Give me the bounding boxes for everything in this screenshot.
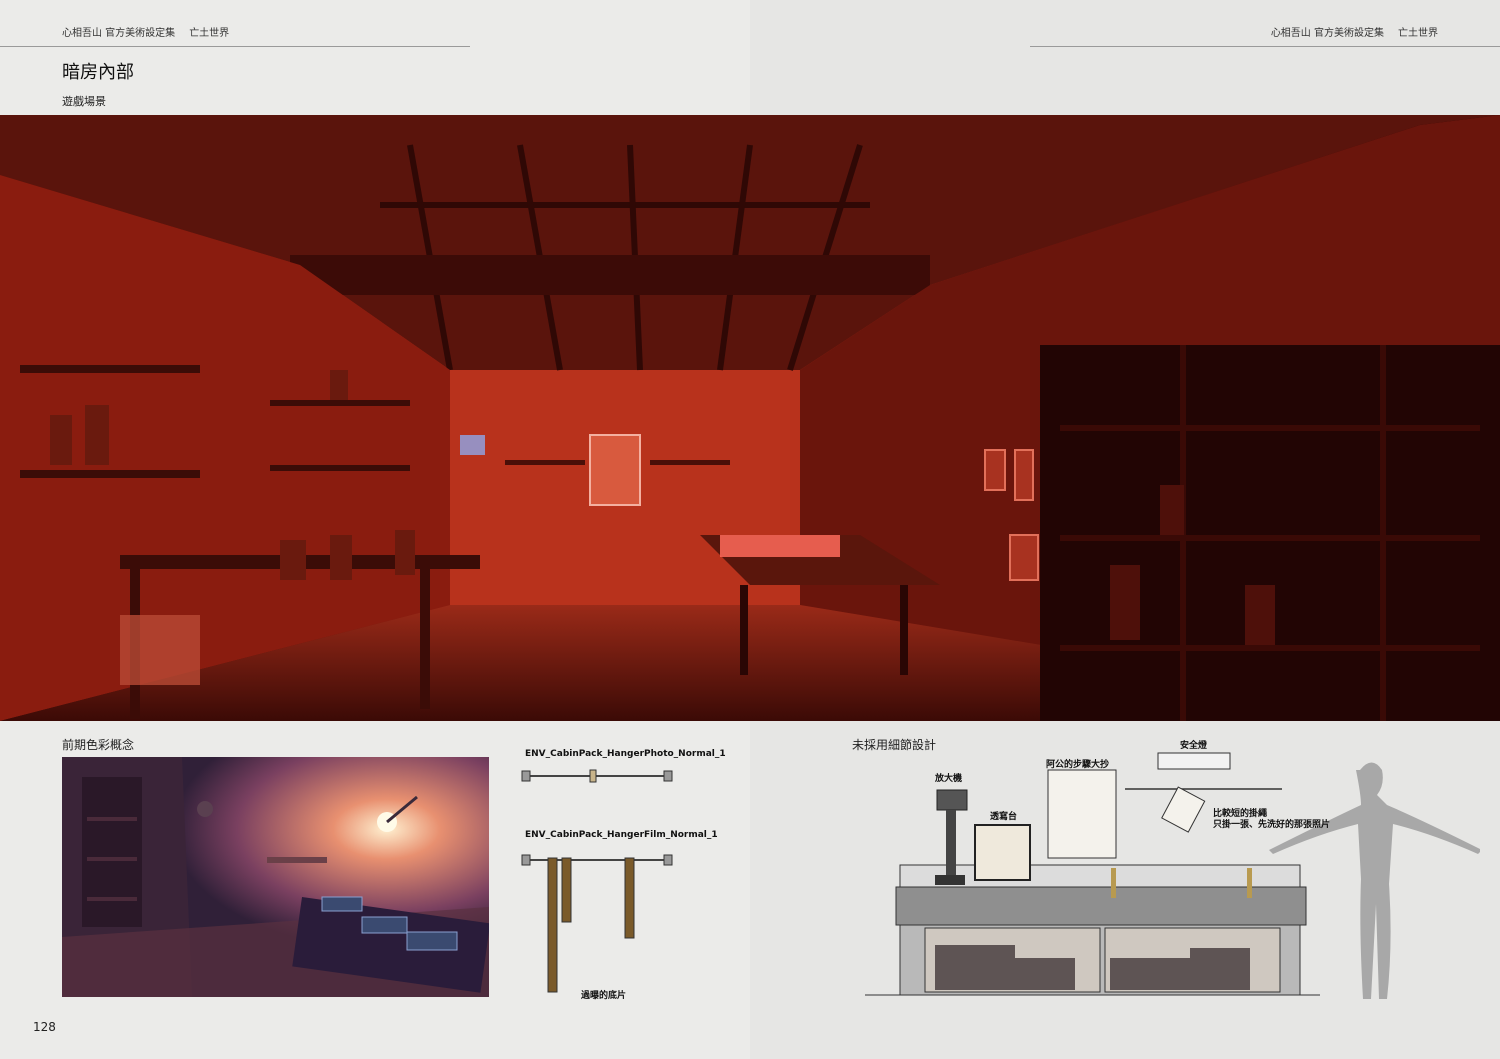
overexposed-film-label: 過曝的底片 [581, 991, 627, 1001]
enlarger-label: 放大機 [935, 774, 963, 784]
hanger-sketches [521, 769, 673, 993]
safelight-label: 安全燈 [1180, 741, 1208, 751]
header-rule-right [1030, 46, 1500, 47]
darkroom-bench-sketch [865, 752, 1480, 999]
header-section: 亡土世界 [189, 28, 230, 39]
header-rule-left [0, 46, 470, 47]
header-book-title: 心相吾山 官方美術設定集 [62, 28, 176, 39]
darkroom-scene-image [0, 115, 1500, 721]
header-book-title-right: 心相吾山 官方美術設定集 [1270, 28, 1384, 39]
short-hanger-note-2: 只掛一張、先洗好的那張照片 [1213, 820, 1331, 830]
color-concept-image [62, 757, 489, 997]
header-section-right: 亡土世界 [1398, 28, 1438, 39]
page-number: 128 [33, 1020, 56, 1034]
hanger-photo-label: ENV_CabinPack_HangerPhoto_Normal_1 [525, 749, 726, 759]
concept-caption: 前期色彩概念 [62, 738, 135, 752]
header-left: 心相吾山 官方美術設定集 亡土世界 [62, 24, 243, 39]
lightbox-label: 透寫台 [990, 812, 1018, 822]
hanger-film-label: ENV_CabinPack_HangerFilm_Normal_1 [525, 830, 718, 840]
page-title: 暗房內部 [62, 62, 134, 83]
header-right: 心相吾山 官方美術設定集 亡土世界 [1271, 24, 1438, 39]
grandpa-notes-label: 阿公的步驟大抄 [1046, 760, 1110, 770]
page-subtitle: 遊戲場景 [62, 95, 106, 108]
